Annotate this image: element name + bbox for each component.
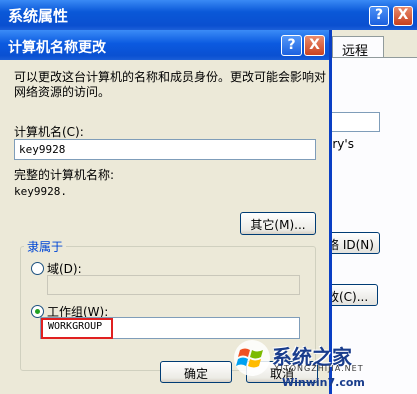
full-computer-name-label: 完整的计算机名称: xyxy=(14,168,115,182)
member-of-legend: 隶属于 xyxy=(24,238,67,255)
computer-name-label: 计算机名(C): xyxy=(14,125,84,139)
dialog-title: 计算机名称更改 xyxy=(8,40,106,56)
site-watermark: 系统之家 XITONGZHIJIA.NET Winwin7.com xyxy=(232,338,412,390)
full-computer-name-value: key9928. xyxy=(14,185,67,198)
domain-radio[interactable] xyxy=(31,262,44,275)
tab-remote[interactable]: 远程 xyxy=(332,36,384,59)
close-button[interactable]: X xyxy=(393,6,413,26)
domain-input[interactable] xyxy=(47,275,300,295)
system-properties-title-bar[interactable]: 系统属性 xyxy=(0,0,417,30)
windows-logo-icon xyxy=(234,340,270,376)
computer-name-input[interactable]: key9928 xyxy=(14,139,316,160)
workgroup-highlight-box xyxy=(41,318,113,339)
dialog-title-bar[interactable]: 计算机名称更改 xyxy=(0,30,329,60)
more-button[interactable]: 其它(M)... xyxy=(240,212,316,235)
dialog-help-button[interactable]: ? xyxy=(281,35,302,56)
dialog-description: 可以更改这台计算机的名称和成员身份。更改可能会影响对网络资源的访问。 xyxy=(14,70,327,99)
system-properties-title: 系统属性 xyxy=(8,7,69,25)
help-button[interactable]: ? xyxy=(369,6,389,26)
dialog-close-button[interactable]: X xyxy=(304,35,325,56)
watermark-subtitle: XITONGZHIJIA.NET xyxy=(274,364,364,373)
watermark-url: Winwin7.com xyxy=(282,376,365,389)
ok-button[interactable]: 确定 xyxy=(160,361,232,383)
